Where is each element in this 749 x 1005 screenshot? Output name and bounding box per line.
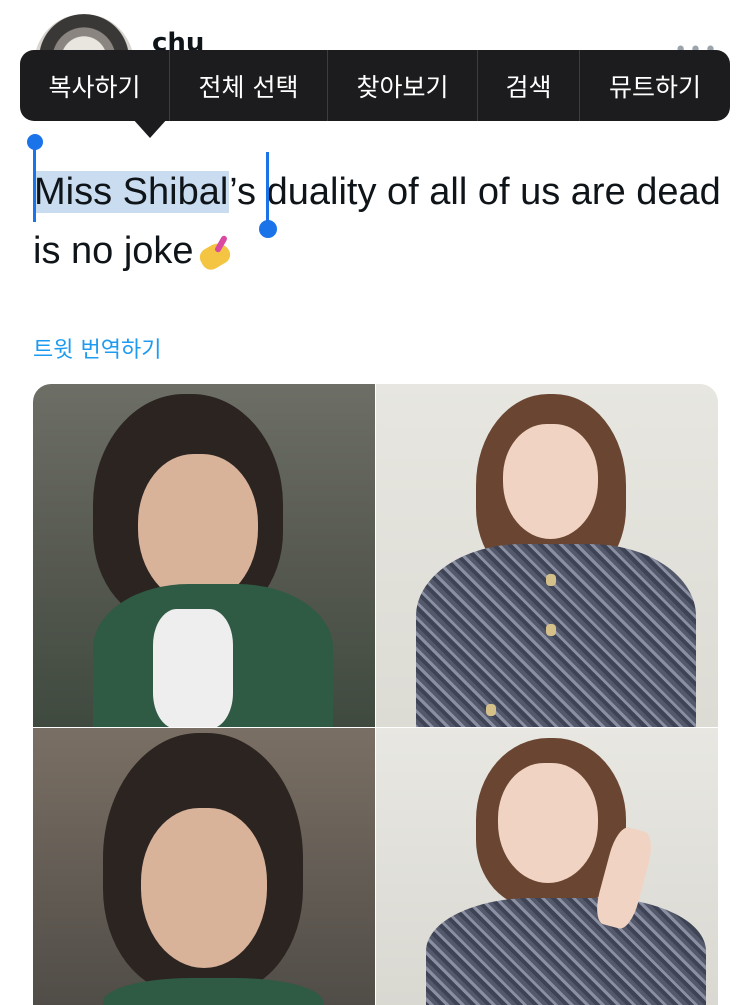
selection-end-handle[interactable] bbox=[258, 152, 278, 242]
menu-pointer-arrow bbox=[132, 118, 168, 138]
text-context-menu: 복사하기 전체 선택 찾아보기 검색 뮤트하기 bbox=[20, 50, 730, 121]
tweet-photo[interactable] bbox=[33, 728, 375, 1005]
translate-tweet-link[interactable]: 트윗 번역하기 bbox=[33, 332, 161, 364]
nail-polish-emoji-icon bbox=[196, 234, 234, 273]
menu-copy[interactable]: 복사하기 bbox=[20, 50, 170, 121]
tweet-text[interactable]: Miss Shibal’s duality of all of us are d… bbox=[33, 163, 723, 281]
selected-text[interactable]: Miss Shibal bbox=[33, 171, 230, 213]
tweet-photo[interactable] bbox=[376, 384, 718, 727]
tweet-media-grid bbox=[33, 384, 718, 1005]
selection-start-handle[interactable] bbox=[27, 134, 43, 222]
tweet-photo[interactable] bbox=[33, 384, 375, 727]
tweet-photo[interactable] bbox=[376, 728, 718, 1005]
menu-search[interactable]: 검색 bbox=[478, 50, 580, 121]
menu-look-up[interactable]: 찾아보기 bbox=[328, 50, 478, 121]
menu-select-all[interactable]: 전체 선택 bbox=[170, 50, 328, 121]
menu-mute[interactable]: 뮤트하기 bbox=[580, 50, 730, 121]
